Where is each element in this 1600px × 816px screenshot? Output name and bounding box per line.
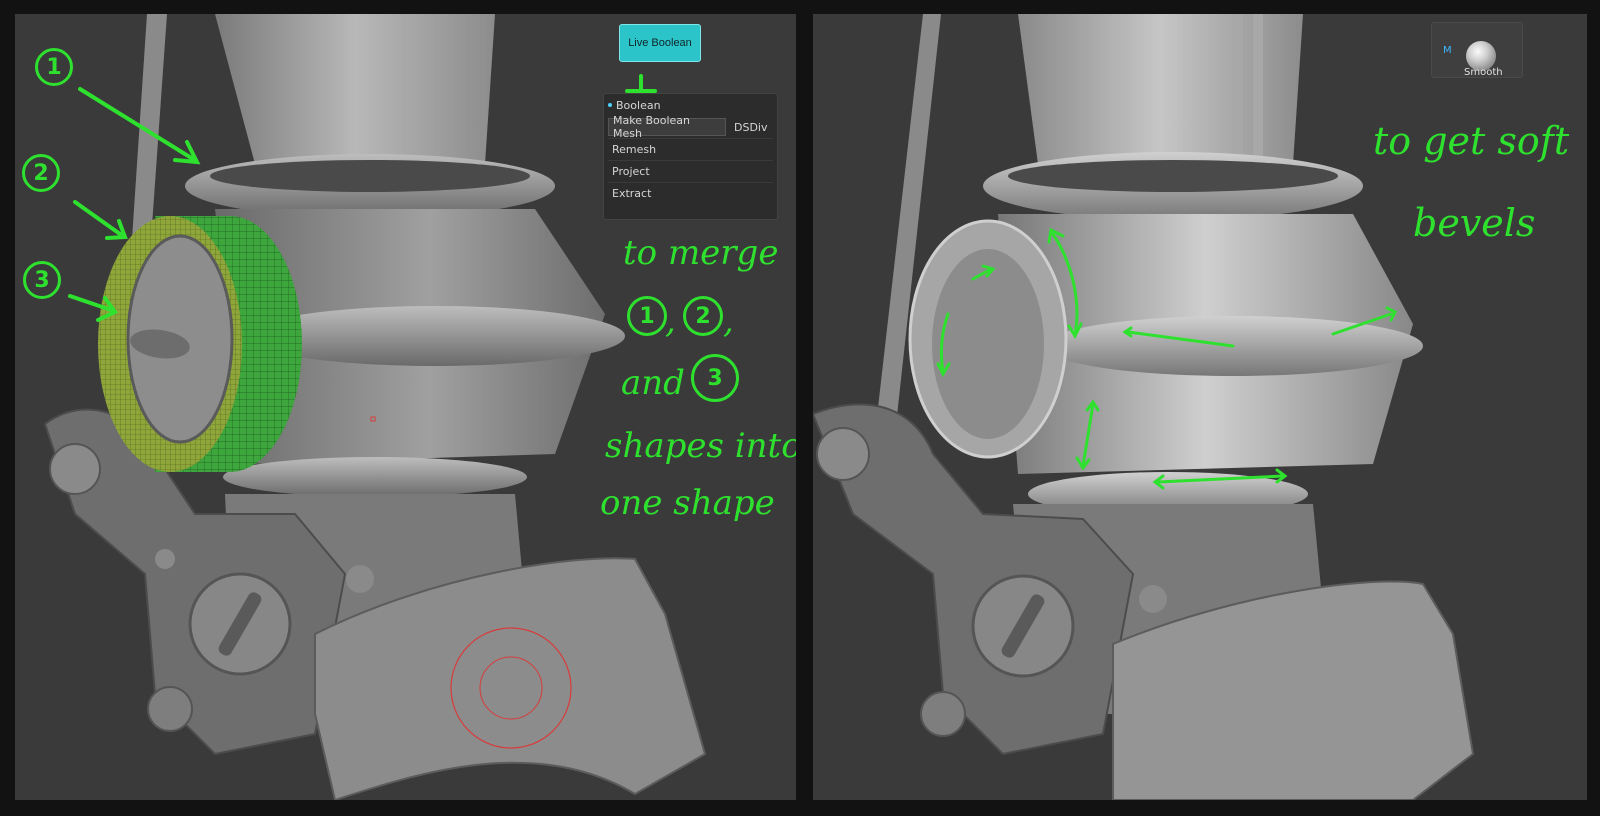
material-name: Smooth <box>1464 67 1503 78</box>
make-boolean-mesh-button[interactable]: Make Boolean Mesh <box>608 114 726 140</box>
callout-3-badge: 3 <box>23 261 61 299</box>
live-boolean-button[interactable]: Live Boolean <box>619 24 701 62</box>
remesh-button[interactable]: Remesh <box>608 138 773 160</box>
annotation-to-get-soft: to get soft <box>1373 119 1570 163</box>
annotation-ref-1: 1 <box>627 296 667 336</box>
annotation-one-shape: one shape <box>600 483 775 523</box>
annotation-and: and <box>621 363 685 403</box>
annotation-bevels: bevels <box>1413 201 1536 245</box>
dsdiv-slider[interactable]: DSDiv <box>730 118 772 136</box>
boolean-panel-title: Boolean <box>616 98 661 112</box>
material-selector[interactable]: M Smooth <box>1431 22 1523 78</box>
left-viewport[interactable]: 1 2 3 Live Boolean Boolean Make Boolean … <box>15 14 796 800</box>
project-button[interactable]: Project <box>608 160 773 182</box>
callout-2-badge: 2 <box>22 154 60 192</box>
extract-button[interactable]: Extract <box>608 182 773 204</box>
annotation-comma: , <box>665 301 676 341</box>
right-viewport[interactable]: M Smooth to get soft bevels <box>813 14 1587 800</box>
annotation-ref-2: 2 <box>683 296 723 336</box>
callout-1-badge: 1 <box>35 48 73 86</box>
annotation-comma-2: , <box>723 301 734 341</box>
annotation-ref-3: 3 <box>691 354 739 402</box>
annotation-to-merge: to merge <box>623 233 779 273</box>
collapse-dot-icon <box>608 103 612 107</box>
material-tag: M <box>1443 45 1452 56</box>
boolean-subpalette: Boolean Make Boolean Mesh DSDiv Remesh P… <box>603 93 778 220</box>
annotation-shapes-into: shapes into <box>605 426 796 466</box>
boolean-panel-header[interactable]: Boolean <box>604 94 777 116</box>
